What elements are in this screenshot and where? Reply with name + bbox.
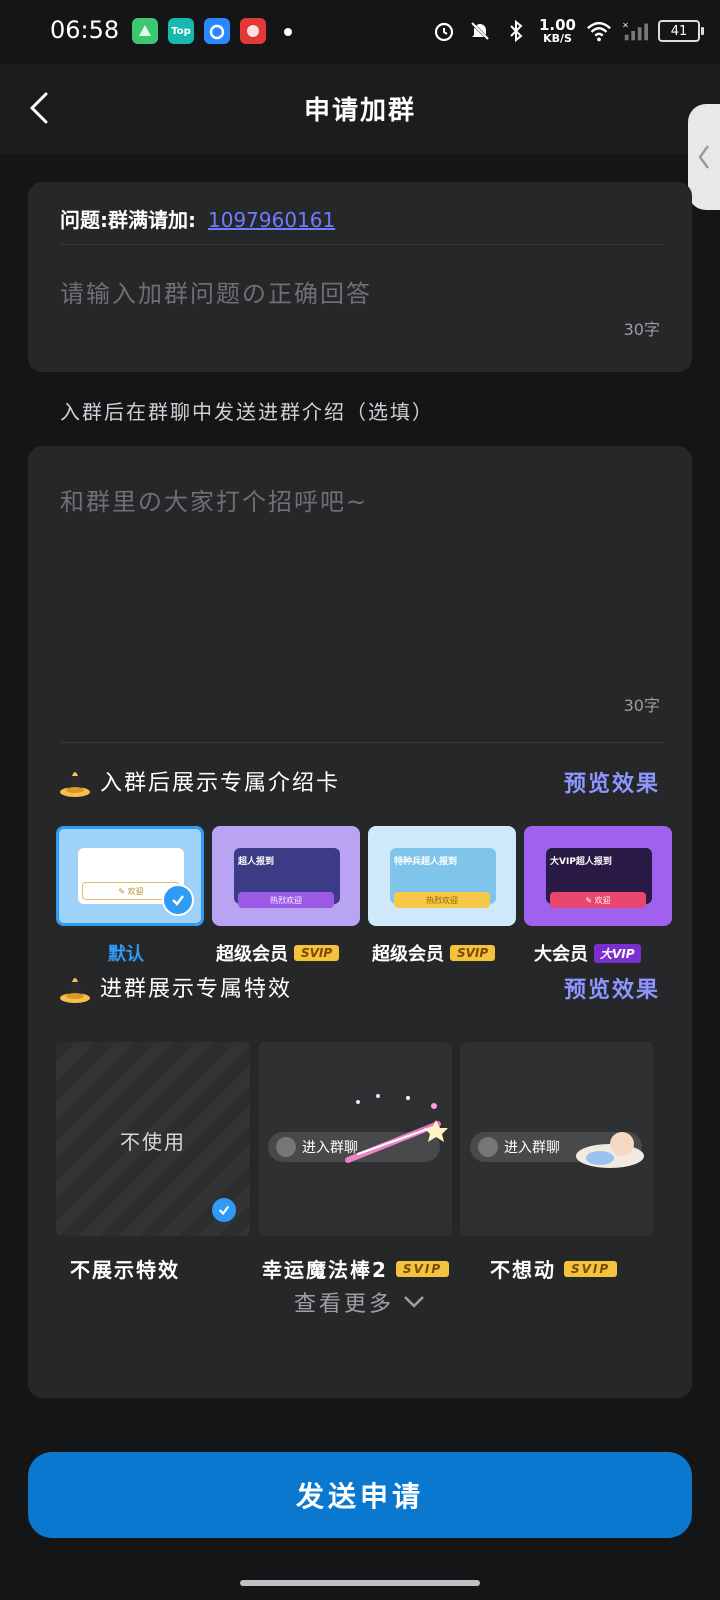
- bluetooth-icon: [503, 18, 529, 44]
- answer-input[interactable]: 请输入加群问题の正确回答: [60, 274, 372, 309]
- svip-badge: SVIP: [564, 1260, 618, 1277]
- intro-card-svip-1[interactable]: 超人报到 热烈欢迎: [212, 826, 360, 926]
- intro-card-preview-link[interactable]: 预览效果: [564, 766, 660, 798]
- top-bar: 申请加群: [0, 64, 720, 154]
- page-title: 申请加群: [303, 96, 416, 126]
- effect-label: 幸运魔法棒2 SVIP: [262, 1254, 450, 1283]
- effect-magic-wand-tile[interactable]: 进入群聊: [258, 1042, 452, 1236]
- intro-card-label: 超级会员 SVIP: [372, 940, 496, 966]
- sleeping-character-icon: [576, 1132, 644, 1168]
- see-more-button[interactable]: 查看更多: [28, 1286, 692, 1318]
- app-icon-red: [240, 18, 266, 44]
- selected-check-icon: [162, 884, 194, 916]
- intro-card: 和群里の大家打个招呼吧~ 30字 入群后展示专属介绍卡 预览效果 ✎ 欢迎 默认…: [28, 446, 692, 1398]
- intro-label: 入群后在群聊中发送进群介绍（选填）: [60, 400, 434, 424]
- effect-label: 不展示特效: [70, 1258, 180, 1282]
- crown-icon: [60, 976, 90, 1003]
- notification-dot: [284, 28, 292, 36]
- intro-card-label: 大会员 大VIP: [534, 940, 641, 966]
- question-label: 问题:群满请加:: [60, 208, 196, 232]
- avatar: [478, 1137, 498, 1157]
- chevron-left-icon: [698, 145, 710, 169]
- signal-icon: ×: [622, 18, 648, 44]
- system-indicators: 1.00 KB/S × 41: [431, 16, 704, 45]
- crown-icon: [60, 770, 90, 797]
- intro-card-vip[interactable]: 大VIP超人报到 ✎ 欢迎: [524, 826, 672, 926]
- vip-badge: 大VIP: [594, 943, 641, 963]
- intro-card-section-title: 入群后展示专属介绍卡: [58, 764, 340, 798]
- status-time: 06:58: [50, 16, 120, 44]
- side-drawer-handle[interactable]: [688, 104, 720, 210]
- selected-check-icon: [212, 1198, 236, 1222]
- intro-char-count: 30字: [623, 696, 660, 715]
- card-preview-button: ✎ 欢迎: [550, 892, 646, 908]
- question-number-link[interactable]: 1097960161: [208, 208, 335, 232]
- avatar: [276, 1137, 296, 1157]
- question-card: 问题:群满请加: 1097960161 请输入加群问题の正确回答 30字: [28, 182, 692, 372]
- intro-card-label: 默认: [108, 944, 144, 965]
- effect-label: 不想动 SVIP: [490, 1254, 618, 1283]
- effect-none-text: 不使用: [120, 1130, 186, 1154]
- card-preview-button: 热烈欢迎: [238, 892, 334, 908]
- card-preview-title: 超人报到: [238, 857, 275, 867]
- mute-icon: [467, 18, 493, 44]
- effect-none-tile[interactable]: 不使用: [56, 1042, 250, 1236]
- enter-chat-pill: 进入群聊: [268, 1132, 440, 1162]
- battery-icon: 41: [658, 20, 704, 42]
- intro-card-label: 超级会员 SVIP: [216, 940, 340, 966]
- card-preview-button: 热烈欢迎: [394, 892, 490, 908]
- effect-section-title: 进群展示专属特效: [58, 970, 292, 1004]
- svg-text:×: ×: [622, 19, 629, 29]
- effect-preview-link[interactable]: 预览效果: [564, 972, 660, 1004]
- question-row: 问题:群满请加: 1097960161: [60, 204, 335, 233]
- svip-badge: SVIP: [450, 945, 496, 961]
- notification-app-icons: Top: [132, 18, 266, 44]
- send-request-button[interactable]: 发送申请: [28, 1452, 692, 1538]
- card-preview-title: 大VIP超人报到: [550, 857, 612, 867]
- answer-char-count: 30字: [623, 320, 660, 339]
- divider: [60, 244, 664, 245]
- intro-card-list: ✎ 欢迎 默认 超人报到 热烈欢迎 超级会员 SVIP 特种兵超人报到 热烈欢迎 …: [56, 826, 692, 976]
- intro-card-default[interactable]: ✎ 欢迎: [56, 826, 204, 926]
- card-preview-title: 特种兵超人报到: [394, 857, 458, 867]
- app-icon-blue: [204, 18, 230, 44]
- alarm-icon: [431, 18, 457, 44]
- network-speed: 1.00 KB/S: [538, 16, 576, 45]
- intro-card-svip-2[interactable]: 特种兵超人报到 热烈欢迎: [368, 826, 516, 926]
- home-indicator[interactable]: [240, 1580, 480, 1586]
- app-icon-green: [132, 18, 158, 44]
- status-bar: 06:58 Top 1.00 KB/S × 41: [0, 0, 720, 64]
- chevron-down-icon: [404, 1296, 424, 1308]
- wifi-icon: [586, 18, 612, 44]
- effect-lazy-tile[interactable]: 进入群聊: [460, 1042, 654, 1236]
- app-icon-top: Top: [168, 18, 194, 44]
- svip-badge: SVIP: [395, 1260, 450, 1277]
- svip-badge: SVIP: [294, 945, 340, 961]
- divider: [60, 742, 664, 743]
- intro-input[interactable]: 和群里の大家打个招呼吧~: [60, 482, 368, 517]
